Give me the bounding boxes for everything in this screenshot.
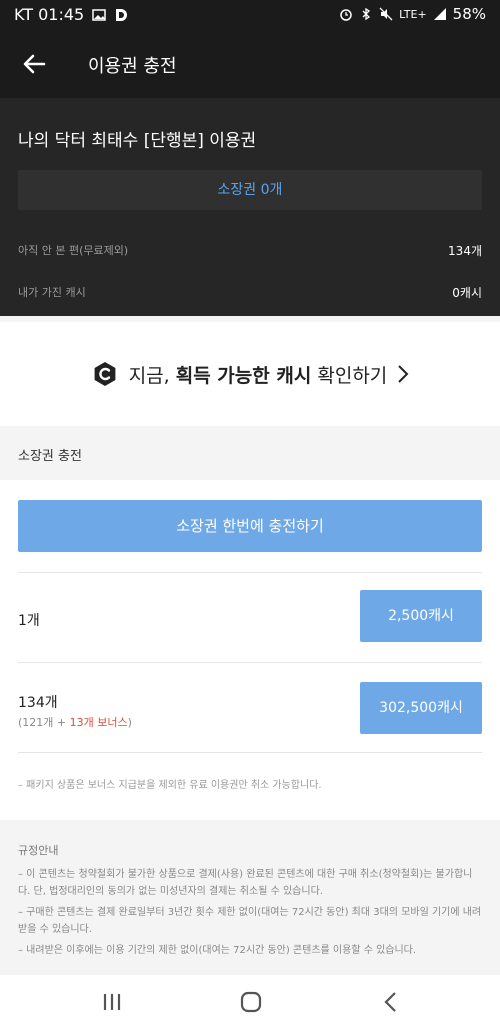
divider [18, 752, 482, 753]
system-nav-bar [0, 975, 500, 1028]
package-note: – 패키지 상품은 보너스 지급분을 제외한 유료 이용권만 취소 가능합니다. [18, 780, 322, 791]
signal-icon [433, 8, 446, 20]
summary-panel: 나의 닥터 최태수 [단행본] 이용권 소장권 0개 아직 안 본 편(무료제외… [0, 98, 500, 316]
earn-cash-banner[interactable]: 지금, 획득 가능한 캐시 확인하기 [0, 322, 500, 426]
home-icon[interactable] [236, 987, 266, 1017]
unread-value: 134개 [448, 244, 482, 258]
recent-apps-icon[interactable] [97, 987, 127, 1017]
unread-label: 아직 안 본 편(무료제외) [18, 244, 129, 257]
gallery-icon [92, 8, 106, 21]
alarm-icon [340, 9, 352, 21]
rule-item: – 구매한 콘텐츠는 결제 완료일부터 3년간 횟수 제한 없이(대여는 72시… [18, 907, 482, 935]
cash-value: 0캐시 [452, 286, 482, 300]
app-d-icon [116, 8, 128, 21]
package-quantity: 134개 [18, 695, 58, 711]
package-price-button[interactable]: 2,500캐시 [360, 590, 482, 642]
rule-item: – 내려받은 이후에는 이용 기간의 제한 없이(대여는 72시간 동안) 콘텐… [18, 945, 417, 956]
network-indicator: LTE+ [399, 7, 427, 21]
status-bar: KT 01:45 LTE+ 58% [0, 0, 500, 30]
mute-icon [379, 7, 393, 21]
rules-title: 규정안내 [18, 844, 59, 857]
divider [18, 662, 482, 663]
page-title: 이용권 충전 [88, 56, 177, 77]
carrier-time: KT 01:45 [14, 5, 85, 24]
unread-row: 아직 안 본 편(무료제외) 134개 [18, 242, 482, 262]
package-quantity: 1개 [18, 613, 40, 629]
divider [18, 572, 482, 573]
cash-row: 내가 가진 캐시 0캐시 [18, 284, 482, 304]
owned-tickets-box: 소장권 0개 [18, 170, 482, 210]
series-title: 나의 닥터 최태수 [단행본] 이용권 [18, 131, 257, 151]
earn-cash-text: 지금, 획득 가능한 캐시 확인하기 [128, 364, 388, 387]
cash-label: 내가 가진 캐시 [18, 286, 86, 299]
app-bar: 이용권 충전 [0, 30, 500, 98]
purchase-area: 소장권 한번에 충전하기 1개 2,500캐시 134개 (121개 + 13개… [0, 480, 500, 820]
rules-section: 규정안내 – 이 콘텐츠는 청약철회가 불가한 상품으로 결제(사용) 완료된 … [0, 820, 500, 980]
back-nav-icon[interactable] [376, 987, 406, 1017]
bulk-charge-button[interactable]: 소장권 한번에 충전하기 [18, 500, 482, 552]
package-bonus: (121개 + 13개 보너스) [18, 716, 132, 729]
cash-coin-icon [94, 362, 116, 386]
rule-item: – 이 콘텐츠는 청약철회가 불가한 상품으로 결제(사용) 완료된 콘텐츠에 … [18, 869, 473, 897]
package-price-button[interactable]: 302,500캐시 [360, 682, 482, 734]
section-title: 소장권 충전 [18, 449, 82, 464]
back-arrow-icon[interactable] [18, 48, 50, 80]
bluetooth-icon [362, 7, 371, 21]
battery-text: 58% [452, 5, 486, 23]
chevron-right-icon [398, 365, 409, 383]
